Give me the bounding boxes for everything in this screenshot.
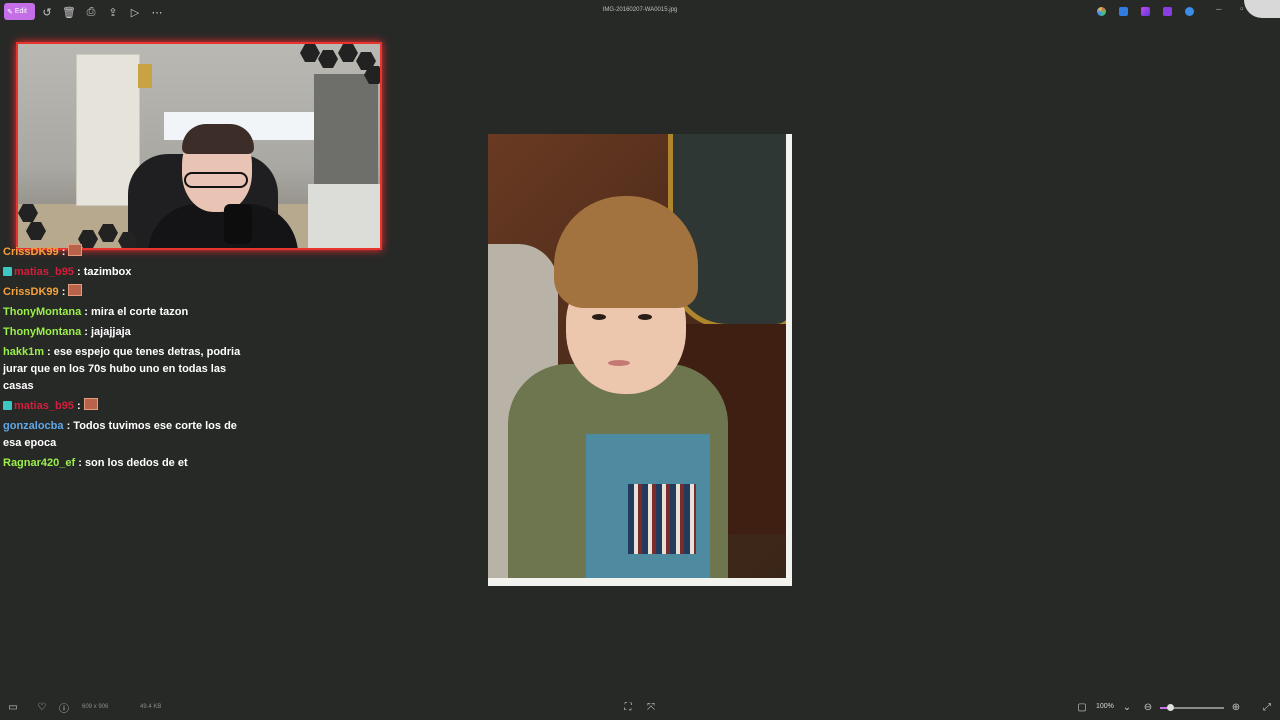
- chat-username[interactable]: ThonyMontana: [3, 326, 81, 338]
- chat-message: ThonyMontana : jajajjaja: [3, 324, 243, 341]
- favorite-icon[interactable]: ♡: [35, 700, 49, 714]
- chat-username[interactable]: ThonyMontana: [3, 306, 81, 318]
- webcam-overlay: [16, 42, 382, 250]
- clipchamp-icon[interactable]: [1141, 7, 1150, 16]
- chat-separator: :: [73, 266, 84, 278]
- chat-message: hakk1m : ese espejo que tenes detras, po…: [3, 344, 243, 395]
- copilot-icon[interactable]: [1097, 7, 1106, 16]
- cam-overlay-decoration: [1244, 0, 1280, 18]
- chat-username[interactable]: CrissDK99: [3, 246, 59, 258]
- chat-emote-icon: [68, 284, 83, 296]
- chat-emote-icon: [68, 244, 83, 256]
- file-title: IMG-20160207-WA0015.jpg: [602, 7, 678, 13]
- zoom-level[interactable]: 100%: [1096, 703, 1114, 710]
- crop-view-icon[interactable]: ▢: [1075, 700, 1089, 714]
- zoom-out-icon[interactable]: ⊖: [1141, 700, 1155, 714]
- zoom-slider-knob[interactable]: [1166, 704, 1174, 711]
- chat-text: mira el corte tazon: [91, 306, 189, 318]
- stream-chat: CrissDK99 : matias_b95 : tazimbox CrissDK…: [3, 244, 243, 475]
- zoom-slider[interactable]: [1160, 704, 1224, 711]
- bottom-status-bar: ▭ ♡ ⓘ 609 x 906 49.4 KB ⛶ ⤧ ▢ 100% ⌄ ⊖ ⊕…: [0, 696, 1280, 720]
- chat-separator: :: [43, 346, 54, 358]
- video-editor-icon[interactable]: [1163, 7, 1172, 16]
- chat-separator: :: [58, 246, 69, 258]
- onedrive-icon[interactable]: [1185, 7, 1194, 16]
- maximize-icon[interactable]: ▫: [1240, 4, 1244, 15]
- chat-username[interactable]: Ragnar420_ef: [3, 457, 75, 469]
- chat-separator: :: [81, 306, 91, 318]
- info-icon[interactable]: ⓘ: [57, 700, 71, 715]
- fullscreen-icon[interactable]: ⤢: [1260, 700, 1274, 714]
- chevron-down-icon[interactable]: ⌄: [1120, 700, 1134, 714]
- chat-message: Ragnar420_ef : son los dedos de et: [3, 455, 243, 472]
- chat-username[interactable]: CrissDK99: [3, 286, 59, 298]
- chat-text: son los dedos de et: [84, 457, 188, 469]
- photo-viewer-image: [488, 134, 792, 586]
- chat-separator: :: [73, 400, 84, 412]
- chat-username[interactable]: matias_b95: [14, 266, 74, 278]
- zoom-in-icon[interactable]: ⊕: [1229, 700, 1243, 714]
- chat-separator: :: [58, 286, 69, 298]
- chat-separator: :: [75, 457, 85, 469]
- chat-text: jajajjaja: [91, 326, 131, 338]
- chat-message: gonzalocba : Todos tuvimos ese corte los…: [3, 418, 243, 452]
- file-size: 49.4 KB: [140, 704, 162, 710]
- image-dimensions: 609 x 906: [82, 704, 109, 710]
- chat-emote-icon: [83, 398, 98, 410]
- chat-message: CrissDK99 :: [3, 284, 243, 301]
- chat-text: tazimbox: [83, 266, 132, 278]
- fit-to-window-icon[interactable]: ⛶: [621, 700, 635, 714]
- actual-size-icon[interactable]: ⤧: [644, 700, 658, 714]
- top-toolbar: ✎ Edit ↺ 🗑 ⎙ ⇪ ▷ ⋯ IMG-20160207-WA0015.j…: [0, 0, 1280, 24]
- chat-separator: :: [81, 326, 91, 338]
- subscriber-badge-icon: [3, 267, 12, 276]
- chat-username[interactable]: hakk1m: [3, 346, 44, 358]
- chat-separator: :: [63, 420, 74, 432]
- subscriber-badge-icon: [3, 401, 12, 410]
- chat-message: matias_b95 : tazimbox: [3, 264, 243, 281]
- chat-message: ThonyMontana : mira el corte tazon: [3, 304, 243, 321]
- designer-icon[interactable]: [1119, 7, 1128, 16]
- chat-username[interactable]: gonzalocba: [3, 420, 64, 432]
- chat-message: CrissDK99 :: [3, 244, 243, 261]
- filmstrip-icon[interactable]: ▭: [6, 700, 20, 714]
- minimize-icon[interactable]: –: [1216, 4, 1222, 15]
- chat-message: matias_b95 :: [3, 398, 243, 415]
- chat-username[interactable]: matias_b95: [14, 400, 74, 412]
